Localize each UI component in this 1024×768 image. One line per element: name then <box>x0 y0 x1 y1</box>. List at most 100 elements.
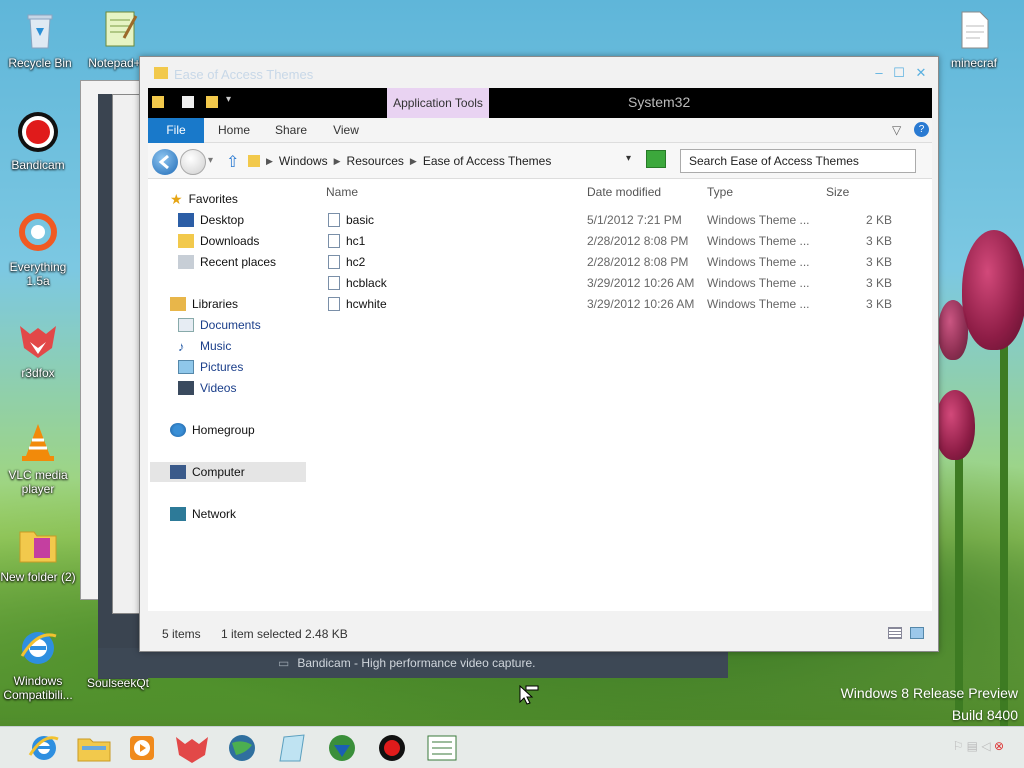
nav-pictures[interactable]: Pictures <box>178 357 243 377</box>
nav-favorites[interactable]: ★ Favorites <box>170 189 238 209</box>
desktop-icon-vlc[interactable]: VLC media player <box>0 420 76 496</box>
taskbar-media-player[interactable] <box>122 731 162 765</box>
file-row[interactable]: hc2 2/28/2012 8:08 PM Windows Theme ... … <box>324 252 924 273</box>
bandicam-icon <box>16 110 60 154</box>
nav-homegroup[interactable]: Homegroup <box>170 420 255 440</box>
refresh-icon[interactable] <box>646 150 666 168</box>
new-folder-icon[interactable] <box>206 96 218 108</box>
file-row[interactable]: hcblack 3/29/2012 10:26 AM Windows Theme… <box>324 273 924 294</box>
theme-file-icon <box>328 276 340 290</box>
address-row: ▾ ⇧ ▶ Windows ▶ Resources ▶ Ease of Acce… <box>148 143 932 179</box>
help-icon[interactable]: ? <box>914 122 929 137</box>
recent-locations-icon[interactable]: ▾ <box>208 155 213 166</box>
mouse-cursor-icon <box>519 684 539 705</box>
alert-icon[interactable]: ⊗ <box>994 739 1004 753</box>
minimize-icon[interactable]: – <box>870 66 888 80</box>
arrow-left-icon <box>158 154 169 170</box>
desktop-icon-new-folder[interactable]: New folder (2) <box>0 522 76 584</box>
selection-info: 1 item selected 2.48 KB <box>221 627 348 641</box>
tab-view[interactable]: View <box>324 118 368 143</box>
taskbar-internet-explorer[interactable] <box>24 731 64 765</box>
nav-documents[interactable]: Documents <box>178 315 261 335</box>
breadcrumb-chevron-icon[interactable]: ▶ <box>334 156 341 167</box>
volume-icon[interactable]: ◁ <box>981 739 990 753</box>
breadcrumb-resources[interactable]: Resources <box>347 154 404 168</box>
system-tray[interactable]: ⚐ ▤ ◁ ⊗ <box>953 739 1004 753</box>
nav-computer[interactable]: Computer <box>150 462 306 482</box>
desktop-icon-r3dfox[interactable]: r3dfox <box>0 318 76 380</box>
folder-icon <box>152 96 164 108</box>
everything-search-icon <box>16 212 60 256</box>
nav-recent-places[interactable]: Recent places <box>178 252 276 272</box>
up-arrow-icon[interactable]: ⇧ <box>226 152 239 172</box>
desktop-icon <box>178 213 194 227</box>
download-manager-icon <box>329 735 355 761</box>
taskbar-list-app[interactable] <box>422 731 462 765</box>
taskbar-r3dfox[interactable] <box>172 731 212 765</box>
column-header-size[interactable]: Size <box>826 185 849 199</box>
nav-libraries[interactable]: Libraries <box>170 294 238 314</box>
desktop-icon-bandicam[interactable]: Bandicam <box>0 110 76 172</box>
release-watermark: Windows 8 Release Preview Build 8400 <box>840 685 1018 723</box>
column-header-type[interactable]: Type <box>707 185 733 199</box>
taskbar-bandicam[interactable] <box>372 731 412 765</box>
breadcrumb-ease-of-access[interactable]: Ease of Access Themes <box>423 154 552 168</box>
properties-icon[interactable] <box>182 96 194 108</box>
taskbar: ⚐ ▤ ◁ ⊗ <box>0 726 1024 768</box>
column-header-name[interactable]: Name <box>326 185 358 199</box>
navigation-pane: ★ Favorites Desktop Downloads Recent pla… <box>148 179 316 611</box>
large-icons-view-icon[interactable] <box>910 627 924 639</box>
address-bar[interactable]: ▶ Windows ▶ Resources ▶ Ease of Access T… <box>244 149 640 173</box>
media-player-icon <box>130 736 154 760</box>
details-view-icon[interactable] <box>888 627 902 639</box>
theme-file-icon <box>328 297 340 311</box>
file-row[interactable]: hcwhite 3/29/2012 10:26 AM Windows Theme… <box>324 294 924 315</box>
tulip-stem <box>955 440 963 720</box>
tab-file[interactable]: File <box>148 118 204 143</box>
taskbar-file-explorer[interactable] <box>74 731 114 765</box>
column-header-date[interactable]: Date modified <box>587 185 661 199</box>
taskbar-download-manager[interactable] <box>322 731 362 765</box>
nav-videos[interactable]: Videos <box>178 378 236 398</box>
flag-icon[interactable]: ⚐ <box>953 739 964 753</box>
nav-desktop[interactable]: Desktop <box>178 210 244 230</box>
folder-icon <box>16 522 60 566</box>
internet-explorer-icon <box>28 736 59 760</box>
desktop-icon-windows-compatibility[interactable]: Windows Compatibili... <box>0 626 76 702</box>
tab-application-tools[interactable]: Application Tools <box>387 88 489 118</box>
item-count: 5 items <box>162 627 201 641</box>
breadcrumb-chevron-icon[interactable]: ▶ <box>266 156 273 167</box>
taskbar-notepad[interactable] <box>272 731 312 765</box>
forward-button[interactable] <box>180 149 206 175</box>
nav-network[interactable]: Network <box>170 504 236 524</box>
back-button[interactable] <box>152 149 178 175</box>
nav-music[interactable]: ♪ Music <box>178 336 231 356</box>
explorer-window[interactable]: Ease of Access Themes – ☐ ✕ ▾ Applicatio… <box>139 56 939 652</box>
maximize-icon[interactable]: ☐ <box>890 66 908 80</box>
computer-icon <box>170 465 186 479</box>
search-input[interactable]: Search Ease of Access Themes <box>680 149 916 173</box>
documents-icon <box>178 318 194 332</box>
bandicam-caption-bar[interactable]: ▭ Bandicam - High performance video capt… <box>98 648 728 678</box>
taskbar-globe[interactable] <box>222 731 262 765</box>
file-row[interactable]: basic 5/1/2012 7:21 PM Windows Theme ...… <box>324 210 924 231</box>
file-explorer-icon <box>77 738 111 762</box>
breadcrumb-chevron-icon[interactable]: ▶ <box>410 156 417 167</box>
address-history-icon[interactable]: ▾ <box>626 153 631 164</box>
nav-downloads[interactable]: Downloads <box>178 231 259 251</box>
file-row[interactable]: hc1 2/28/2012 8:08 PM Windows Theme ... … <box>324 231 924 252</box>
expand-ribbon-icon[interactable]: ▽ <box>892 123 901 137</box>
chevron-down-icon[interactable]: ▾ <box>226 94 231 105</box>
notepad-icon <box>279 734 305 762</box>
desktop-icon-minecraft[interactable]: minecraf <box>936 8 1012 70</box>
breadcrumb-windows[interactable]: Windows <box>279 154 328 168</box>
network-tray-icon[interactable]: ▤ <box>967 739 978 753</box>
title-bar[interactable]: Ease of Access Themes – ☐ ✕ <box>140 57 938 89</box>
theme-file-icon <box>328 213 340 227</box>
recycle-bin-icon <box>18 8 62 52</box>
tab-home[interactable]: Home <box>210 118 258 143</box>
close-icon[interactable]: ✕ <box>912 66 930 80</box>
desktop-icon-everything[interactable]: Everything 1.5a <box>0 212 76 288</box>
desktop-icon-recycle-bin[interactable]: Recycle Bin <box>2 8 78 70</box>
tab-share[interactable]: Share <box>268 118 314 143</box>
